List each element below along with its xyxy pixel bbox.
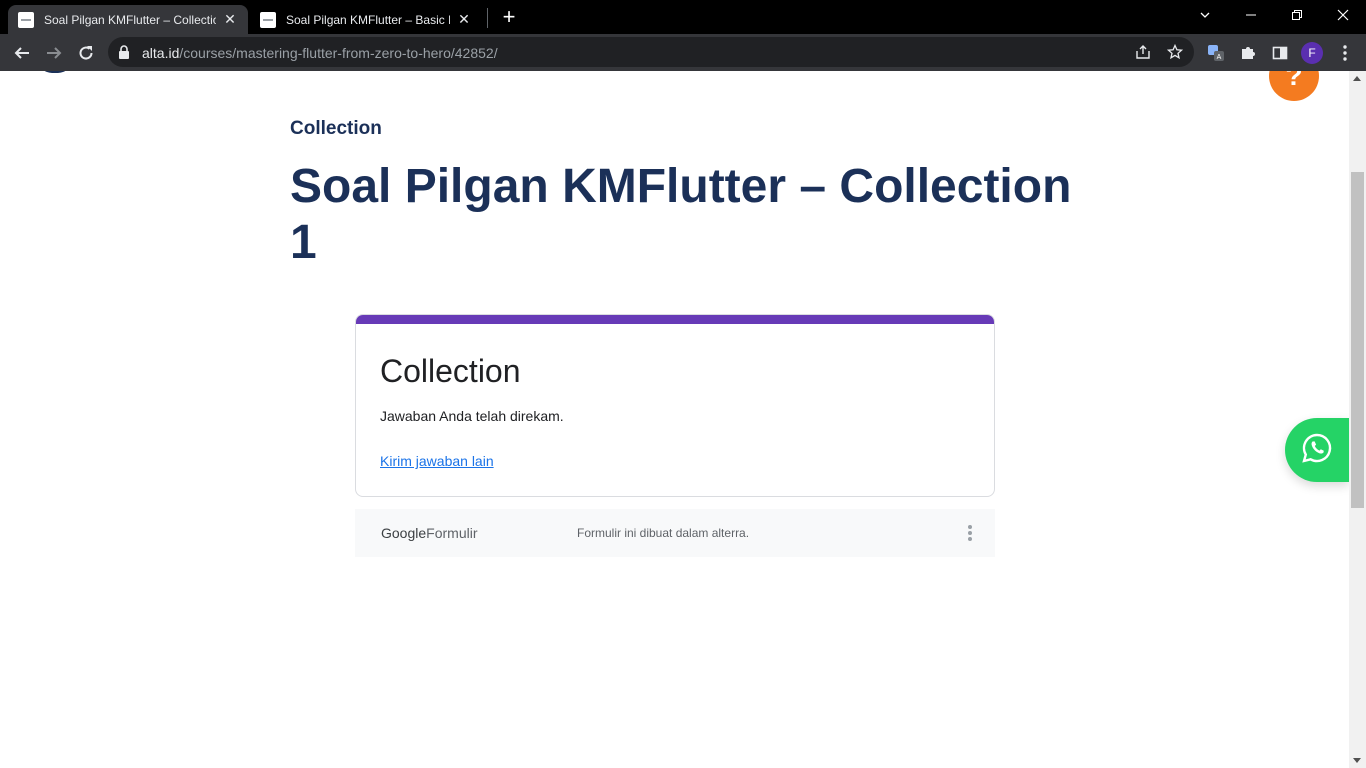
- whatsapp-icon: [1301, 432, 1333, 469]
- brand-google: Google: [381, 525, 427, 541]
- whatsapp-chat-button[interactable]: [1285, 418, 1349, 482]
- brand-formulir: Formulir: [426, 525, 478, 541]
- form-title: Collection: [380, 353, 521, 389]
- site-favicon-icon: [18, 11, 34, 28]
- restore-button[interactable]: [1274, 0, 1320, 30]
- minimize-button[interactable]: [1228, 0, 1274, 30]
- form-footer: GoogleFormulir Formulir ini dibuat dalam…: [355, 509, 995, 557]
- section-label: Collection: [290, 118, 382, 139]
- close-window-button[interactable]: [1320, 0, 1366, 30]
- browser-tab-strip: Soal Pilgan KMFlutter – Collection 1 ✕ S…: [0, 0, 1366, 34]
- form-footer-note: Formulir ini dibuat dalam alterra.: [577, 526, 750, 540]
- tab-search-chevron-icon[interactable]: [1182, 0, 1228, 30]
- extensions-puzzle-icon[interactable]: [1236, 41, 1260, 65]
- svg-text:A: A: [1217, 54, 1222, 61]
- translate-extension-icon[interactable]: A: [1204, 41, 1228, 65]
- tab-inactive[interactable]: Soal Pilgan KMFlutter – Basic Dart ✕: [250, 5, 482, 34]
- close-tab-icon[interactable]: ✕: [222, 11, 238, 28]
- url-text: alta.id/courses/mastering-flutter-from-z…: [142, 45, 498, 61]
- lock-icon[interactable]: [118, 45, 130, 64]
- share-icon[interactable]: [1135, 44, 1151, 65]
- form-confirmation-message: Jawaban Anda telah direkam.: [380, 408, 564, 424]
- more-options-icon[interactable]: [965, 523, 975, 543]
- scroll-down-arrow-icon[interactable]: [1353, 758, 1361, 763]
- close-tab-icon[interactable]: ✕: [456, 11, 472, 28]
- browser-toolbar: alta.id/courses/mastering-flutter-from-z…: [0, 34, 1366, 71]
- reload-icon[interactable]: [72, 39, 100, 67]
- bookmark-star-icon[interactable]: [1166, 43, 1184, 65]
- tab-active[interactable]: Soal Pilgan KMFlutter – Collection 1 ✕: [8, 5, 248, 34]
- side-panel-icon[interactable]: [1268, 41, 1292, 65]
- submit-another-response-link[interactable]: Kirim jawaban lain: [380, 453, 494, 469]
- embedded-form-card: Collection Jawaban Anda telah direkam. K…: [355, 314, 995, 497]
- tab-title: Soal Pilgan KMFlutter – Collection 1: [44, 12, 216, 27]
- help-button[interactable]: ?: [1269, 71, 1319, 101]
- profile-avatar[interactable]: F: [1301, 42, 1323, 64]
- site-logo[interactable]: [38, 71, 72, 73]
- scroll-up-arrow-icon[interactable]: [1353, 76, 1361, 81]
- page-viewport: ? Collection Soal Pilgan KMFlutter – Col…: [0, 71, 1366, 768]
- tab-title: Soal Pilgan KMFlutter – Basic Dart: [286, 12, 450, 27]
- site-favicon-icon: [260, 11, 276, 28]
- form-accent-bar: [356, 315, 994, 324]
- new-tab-button[interactable]: +: [497, 6, 521, 28]
- kebab-menu-icon[interactable]: [1333, 41, 1357, 65]
- google-forms-logo[interactable]: GoogleFormulir: [381, 525, 478, 541]
- forward-arrow-icon[interactable]: [40, 39, 68, 67]
- page-scrollbar[interactable]: [1349, 71, 1366, 768]
- page-title: Soal Pilgan KMFlutter – Collection 1: [290, 160, 1072, 269]
- address-bar[interactable]: alta.id/courses/mastering-flutter-from-z…: [108, 37, 1194, 67]
- back-arrow-icon[interactable]: [8, 39, 36, 67]
- tab-divider: [487, 8, 488, 28]
- scrollbar-thumb[interactable]: [1351, 172, 1364, 508]
